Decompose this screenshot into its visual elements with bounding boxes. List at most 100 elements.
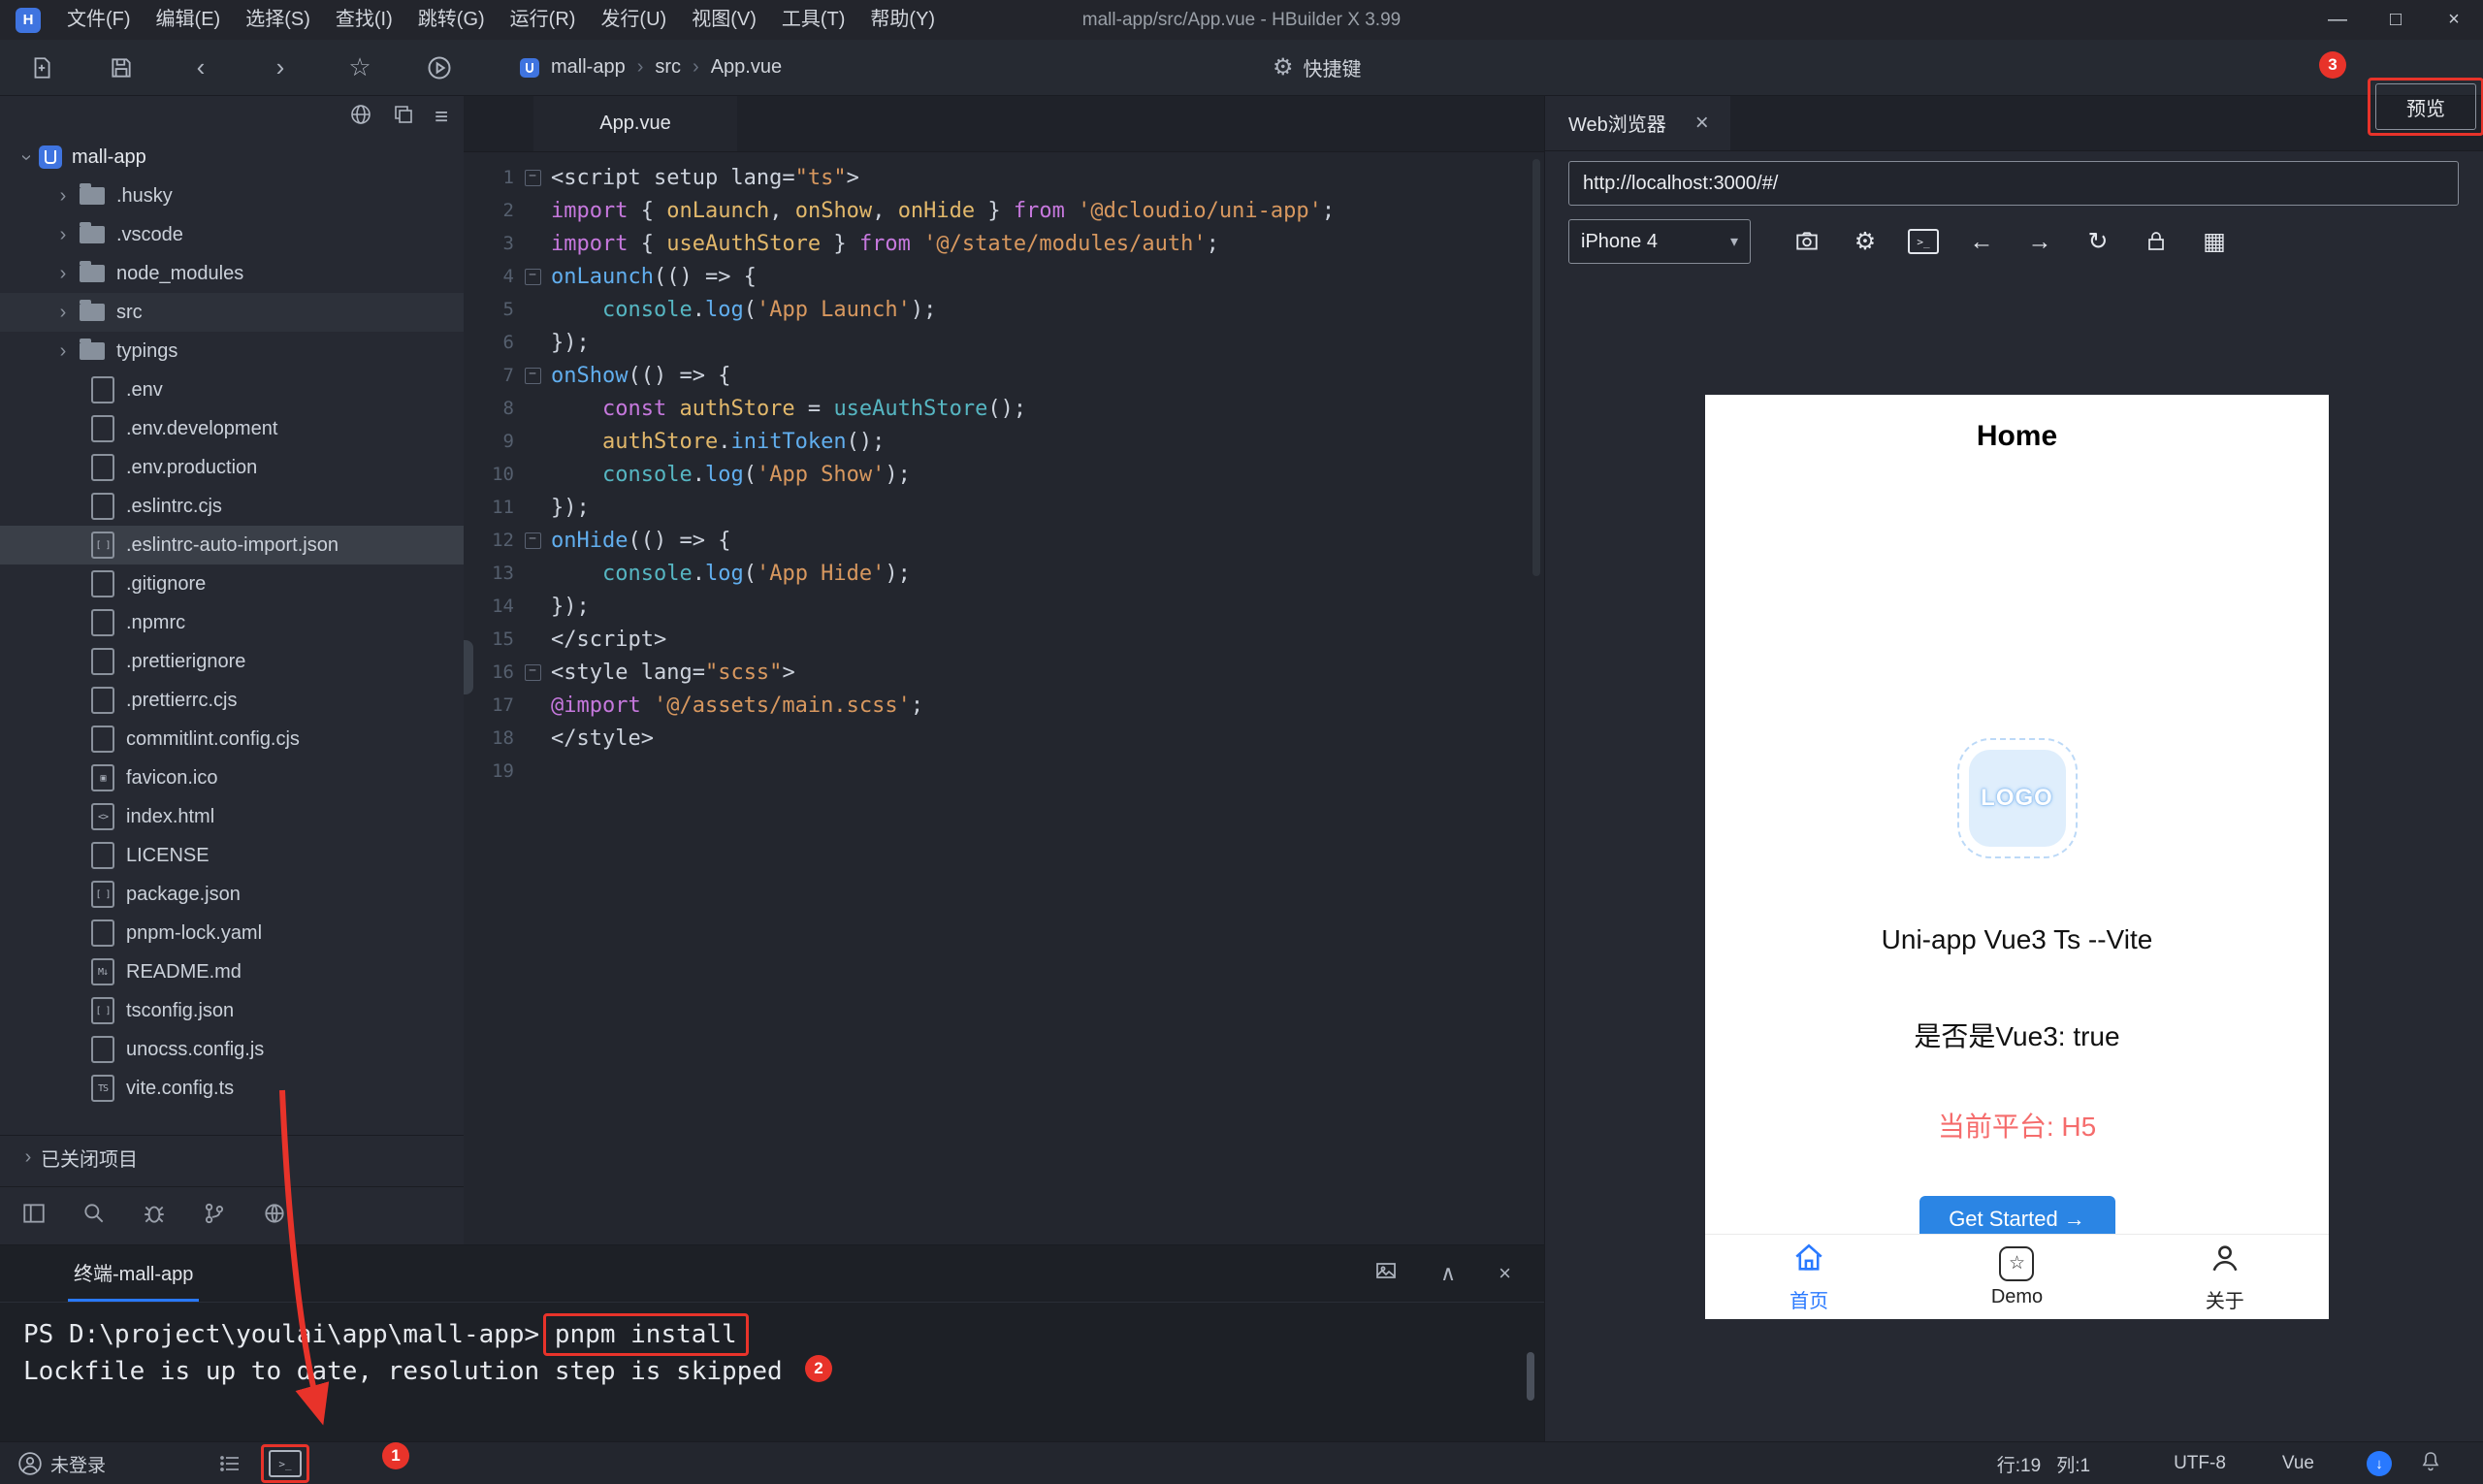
back-arrow-icon[interactable]: ← <box>1952 228 2011 256</box>
language-mode[interactable]: Vue <box>2282 1453 2314 1474</box>
notifications-bell-icon[interactable] <box>2419 1449 2442 1478</box>
chevron-right-icon[interactable]: › <box>50 340 76 363</box>
address-bar[interactable]: http://localhost:3000/#/ <box>1568 161 2459 206</box>
collapse-panel-icon[interactable]: ∧ <box>1440 1261 1456 1286</box>
terminal-scrollbar[interactable] <box>1527 1352 1534 1401</box>
fold-marker[interactable]: − <box>514 532 551 549</box>
tree-item[interactable]: pnpm-lock.yaml <box>0 914 464 952</box>
plugins-icon[interactable] <box>262 1201 287 1232</box>
browser-tab[interactable]: Web浏览器 × <box>1545 95 1730 150</box>
tree-item[interactable]: [ ] package.json <box>0 875 464 914</box>
fold-minus-icon[interactable]: − <box>524 532 541 549</box>
minimize-button[interactable]: — <box>2308 0 2367 40</box>
tree-item[interactable]: <> index.html <box>0 797 464 836</box>
device-select[interactable]: iPhone 4 ▾ <box>1568 219 1751 264</box>
menu-item-4[interactable]: 跳转(G) <box>405 0 498 40</box>
app-tab-1[interactable]: ☆ Demo <box>1913 1235 2120 1319</box>
preview-button[interactable]: 预览 <box>2368 78 2483 136</box>
code-area[interactable]: 1− <script setup lang="ts"> 2 import { onLa… <box>464 151 1544 1244</box>
terminal-toggle-icon[interactable]: >_ <box>261 1444 310 1483</box>
tree-root[interactable]: › mall-app <box>0 138 464 177</box>
tree-item[interactable]: › node_modules <box>0 254 464 293</box>
close-terminal-icon[interactable]: × <box>1499 1261 1511 1286</box>
new-file-icon[interactable] <box>14 55 70 81</box>
chevron-right-icon[interactable]: › <box>50 224 76 246</box>
fold-minus-icon[interactable]: − <box>524 367 541 384</box>
tree-item[interactable]: LICENSE <box>0 836 464 875</box>
menu-item-7[interactable]: 视图(V) <box>679 0 769 40</box>
tree-item[interactable]: .gitignore <box>0 565 464 603</box>
fold-marker[interactable]: − <box>514 663 551 681</box>
fold-marker[interactable]: − <box>514 367 551 384</box>
qrcode-icon[interactable]: ▦ <box>2185 227 2243 256</box>
tree-item[interactable]: › typings <box>0 332 464 371</box>
fold-marker[interactable]: − <box>514 169 551 186</box>
tree-item[interactable]: unocss.config.js <box>0 1030 464 1069</box>
chevron-down-icon[interactable]: › <box>16 145 38 170</box>
tree-item[interactable]: [ ] tsconfig.json <box>0 991 464 1030</box>
tree-item[interactable]: › src <box>0 293 464 332</box>
menu-item-2[interactable]: 选择(S) <box>233 0 323 40</box>
menu-item-0[interactable]: 文件(F) <box>54 0 144 40</box>
forward-icon[interactable]: › <box>252 52 308 82</box>
closed-projects-row[interactable]: › 已关闭项目 <box>0 1135 464 1178</box>
tree-item[interactable]: ▣ favicon.ico <box>0 758 464 797</box>
login-status[interactable]: 未登录 <box>50 1451 106 1477</box>
refresh-icon[interactable]: ↻ <box>2069 227 2127 256</box>
chevron-right-icon[interactable]: › <box>50 263 76 285</box>
terminal-output[interactable]: PS D:\project\youlai\app\mall-app> pnpm … <box>0 1303 1544 1390</box>
menu-item-5[interactable]: 运行(R) <box>498 0 589 40</box>
capture-icon[interactable] <box>1778 229 1836 254</box>
console-icon[interactable]: >_ <box>1894 229 1952 254</box>
app-tab-2[interactable]: 关于 <box>2121 1235 2329 1319</box>
favorite-icon[interactable]: ☆ <box>332 52 388 82</box>
tree-item[interactable]: TS vite.config.ts <box>0 1069 464 1108</box>
files-panel-icon[interactable] <box>21 1201 47 1232</box>
update-icon[interactable]: ↓ <box>2367 1451 2392 1476</box>
forward-arrow-icon[interactable]: → <box>2011 228 2069 256</box>
tree-item[interactable]: .env <box>0 371 464 409</box>
avatar-icon[interactable] <box>17 1451 43 1476</box>
close-button[interactable]: × <box>2425 0 2483 40</box>
fold-minus-icon[interactable]: − <box>524 268 541 285</box>
maximize-button[interactable]: □ <box>2367 0 2425 40</box>
tree-item[interactable]: .prettierignore <box>0 642 464 681</box>
save-icon[interactable] <box>93 55 149 81</box>
fold-minus-icon[interactable]: − <box>524 169 541 186</box>
cursor-column[interactable]: 列:1 <box>2056 1451 2090 1477</box>
search-icon[interactable] <box>81 1201 107 1232</box>
encoding[interactable]: UTF-8 <box>2174 1453 2226 1474</box>
menu-item-1[interactable]: 编辑(E) <box>144 0 234 40</box>
menu-item-9[interactable]: 帮助(Y) <box>857 0 948 40</box>
web-icon[interactable] <box>349 103 372 132</box>
back-icon[interactable]: ‹ <box>173 52 229 82</box>
menu-item-3[interactable]: 查找(I) <box>323 0 405 40</box>
breadcrumb-item-2[interactable]: App.vue <box>711 56 782 79</box>
fold-marker[interactable]: − <box>514 268 551 285</box>
tree-item[interactable]: .env.production <box>0 448 464 487</box>
shortcut-keys[interactable]: ⚙ 快捷键 <box>1273 40 1362 95</box>
close-browser-icon[interactable]: × <box>1695 110 1709 137</box>
screenshot-icon[interactable] <box>1374 1259 1398 1288</box>
copy-icon[interactable] <box>392 103 415 132</box>
tree-item[interactable]: [ ] .eslintrc-auto-import.json <box>0 526 464 565</box>
breadcrumb-item-1[interactable]: src <box>655 56 681 79</box>
tree-item[interactable]: .eslintrc.cjs <box>0 487 464 526</box>
fold-minus-icon[interactable]: − <box>524 663 541 681</box>
app-tab-0[interactable]: 首页 <box>1705 1235 1913 1319</box>
terminal-tab[interactable]: 终端-mall-app <box>68 1245 200 1302</box>
editor-scrollbar[interactable] <box>1532 159 1540 576</box>
settings-gear-icon[interactable]: ⚙ <box>1836 227 1894 256</box>
cursor-line[interactable]: 行:19 <box>1997 1451 2041 1477</box>
breadcrumb-item-0[interactable]: mall-app <box>551 56 626 79</box>
tree-item[interactable]: › .vscode <box>0 215 464 254</box>
menu-item-8[interactable]: 工具(T) <box>769 0 858 40</box>
tree-item[interactable]: .prettierrc.cjs <box>0 681 464 720</box>
run-icon[interactable] <box>411 54 468 81</box>
debug-icon[interactable] <box>142 1201 167 1232</box>
editor-tab-appvue[interactable]: App.vue <box>533 95 737 151</box>
tree-item[interactable]: .npmrc <box>0 603 464 642</box>
source-control-icon[interactable] <box>202 1201 227 1232</box>
tree-item[interactable]: commitlint.config.cjs <box>0 720 464 758</box>
menu-item-6[interactable]: 发行(U) <box>588 0 679 40</box>
